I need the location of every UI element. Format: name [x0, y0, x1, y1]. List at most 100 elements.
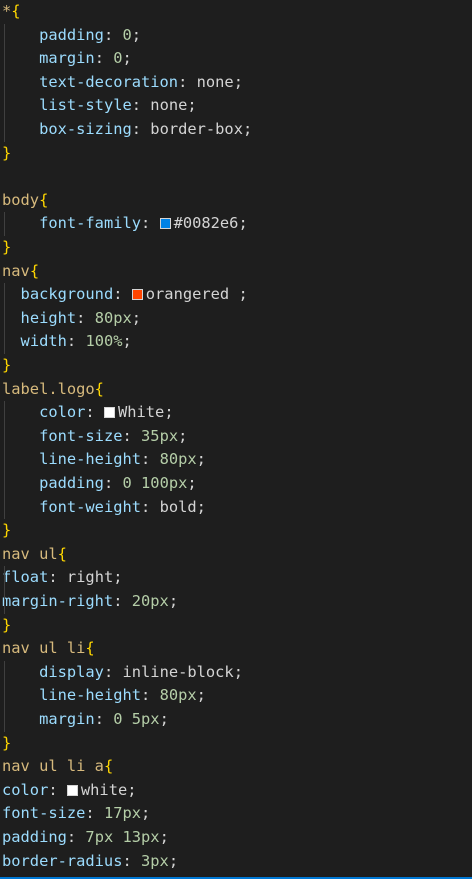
- code-line[interactable]: background: orangered ;: [2, 283, 248, 307]
- css-property: border-radius: [2, 851, 123, 870]
- css-property: text-decoration: [39, 72, 179, 91]
- code-editor[interactable]: *{ padding: 0; margin: 0; text-decoratio…: [0, 0, 472, 879]
- color-swatch-icon[interactable]: [103, 407, 115, 419]
- css-value: none: [150, 96, 188, 115]
- semicolon: ;: [122, 49, 132, 68]
- code-line[interactable]: }: [2, 236, 11, 260]
- brace: {: [103, 757, 114, 776]
- code-line[interactable]: body{: [2, 189, 48, 213]
- colon: :: [94, 49, 114, 68]
- code-line[interactable]: font-family: #0082e6;: [2, 212, 248, 236]
- css-selector: *: [2, 2, 12, 20]
- color-swatch-icon[interactable]: [131, 289, 143, 301]
- indent-guide: [4, 660, 5, 732]
- code-line[interactable]: label.logo{: [2, 378, 104, 402]
- semicolon: ;: [187, 96, 197, 115]
- code-line[interactable]: width: 100%;: [2, 330, 132, 354]
- semicolon: ;: [233, 72, 243, 91]
- colon: :: [178, 72, 197, 91]
- brace: }: [2, 521, 12, 540]
- indent-guide: [4, 212, 5, 236]
- code-line[interactable]: margin: 0;: [2, 47, 132, 71]
- css-value: 80px: [159, 686, 197, 705]
- color-swatch-icon[interactable]: [66, 784, 78, 796]
- code-line[interactable]: margin-right: 20px;: [2, 590, 178, 614]
- css-property: font-size: [39, 426, 123, 445]
- code-line[interactable]: color: white;: [2, 779, 137, 803]
- css-value: right: [66, 568, 114, 587]
- css-selector: nav ul li: [2, 639, 86, 658]
- code-line[interactable]: nav ul{: [2, 543, 67, 567]
- code-line[interactable]: nav ul li a{: [2, 755, 113, 779]
- code-line[interactable]: color: White;: [2, 401, 174, 425]
- colon: :: [103, 474, 123, 492]
- semicolon: ;: [238, 214, 248, 233]
- css-value: white: [80, 780, 128, 799]
- code-line[interactable]: box-sizing: border-box;: [2, 118, 252, 142]
- brace: {: [94, 379, 104, 398]
- css-value: orangered: [145, 285, 239, 304]
- css-selector: label.logo: [2, 379, 95, 398]
- colon: :: [66, 828, 86, 846]
- code-line[interactable]: line-height: 80px;: [2, 684, 206, 708]
- css-value: White: [117, 403, 165, 422]
- code-line[interactable]: *{: [2, 0, 21, 24]
- css-value: inline-block: [122, 662, 234, 681]
- colon: :: [66, 332, 86, 351]
- indent-guide: [4, 283, 5, 354]
- code-line[interactable]: nav{: [2, 260, 39, 284]
- css-value: 20px: [131, 592, 169, 610]
- css-property: height: [20, 308, 77, 327]
- semicolon: ;: [159, 828, 169, 846]
- semicolon: ;: [141, 804, 151, 823]
- semicolon: ;: [196, 450, 206, 469]
- code-line[interactable]: font-weight: bold;: [2, 496, 206, 520]
- code-line[interactable]: font-size: 35px;: [2, 425, 187, 449]
- code-line[interactable]: }: [2, 354, 11, 378]
- code-line[interactable]: line-height: 80px;: [2, 448, 206, 472]
- code-line[interactable]: padding: 0 100px;: [2, 472, 197, 496]
- code-line[interactable]: }: [2, 519, 11, 543]
- css-value: 0 100px: [122, 474, 188, 492]
- code-line[interactable]: height: 80px;: [2, 307, 142, 331]
- css-property: color: [39, 403, 86, 422]
- code-line[interactable]: padding: 0;: [2, 24, 141, 48]
- colon: :: [48, 780, 67, 799]
- css-selector: nav ul: [2, 544, 58, 563]
- color-swatch-icon[interactable]: [159, 218, 171, 230]
- brace: }: [2, 238, 12, 256]
- colon: :: [141, 450, 160, 469]
- code-line[interactable]: display: inline-block;: [2, 661, 243, 685]
- code-line[interactable]: font-size: 17px;: [2, 802, 150, 826]
- css-value: 100%: [85, 332, 123, 351]
- css-property: line-height: [39, 450, 142, 469]
- brace: {: [85, 639, 95, 658]
- css-property: box-sizing: [39, 120, 132, 138]
- css-property: margin: [39, 49, 95, 68]
- css-property: line-height: [39, 686, 142, 705]
- css-value: 0: [122, 25, 132, 44]
- css-selector: body: [2, 190, 40, 209]
- code-line[interactable]: text-decoration: none;: [2, 71, 243, 95]
- code-line[interactable]: nav ul li{: [2, 637, 95, 661]
- code-line[interactable]: }: [2, 142, 11, 166]
- code-line[interactable]: }: [2, 614, 11, 638]
- css-property: padding: [39, 25, 104, 44]
- semicolon: ;: [196, 686, 206, 705]
- colon: :: [85, 804, 104, 823]
- brace: }: [2, 356, 12, 374]
- code-line[interactable]: border-radius: 3px;: [2, 850, 178, 874]
- code-line[interactable]: float: right;: [2, 566, 123, 590]
- code-line[interactable]: margin: 0 5px;: [2, 708, 169, 732]
- css-property: float: [2, 568, 49, 587]
- code-line[interactable]: padding: 7px 13px;: [2, 826, 169, 850]
- semicolon: ;: [242, 120, 253, 138]
- colon: :: [103, 662, 123, 681]
- brace: {: [39, 190, 49, 209]
- css-value: none: [196, 72, 234, 91]
- code-line[interactable]: }: [2, 732, 11, 756]
- semicolon: ;: [122, 332, 132, 351]
- code-line[interactable]: list-style: none;: [2, 94, 197, 118]
- css-value: border-box: [150, 120, 243, 138]
- css-value: 80px: [94, 308, 132, 327]
